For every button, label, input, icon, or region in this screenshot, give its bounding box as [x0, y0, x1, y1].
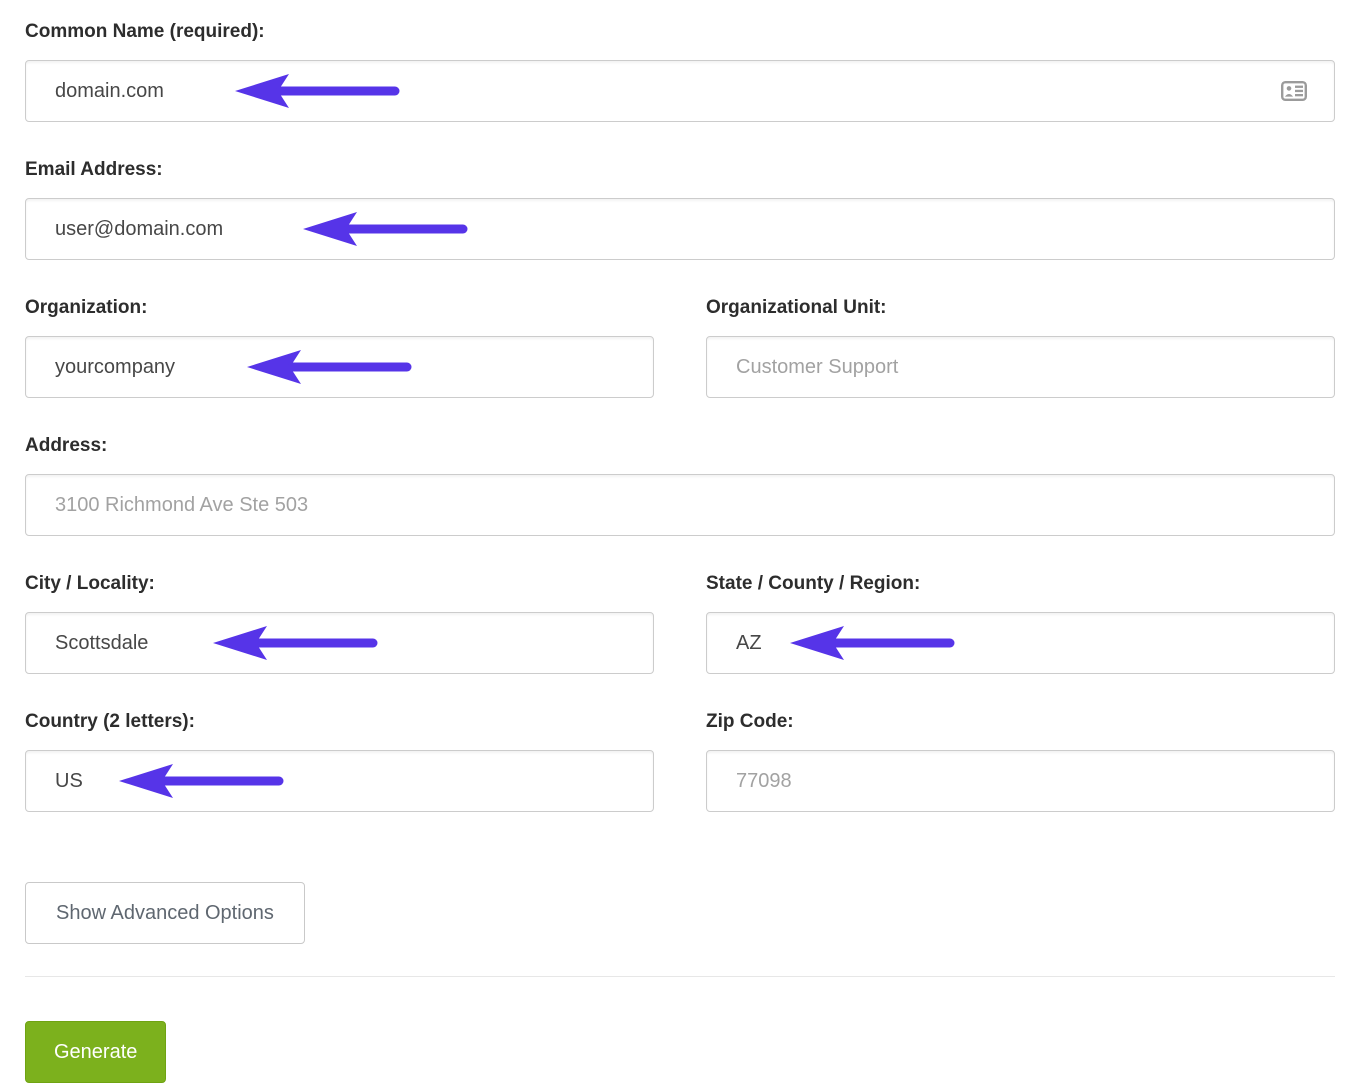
zip-input[interactable]	[706, 750, 1335, 812]
email-input-wrap	[25, 198, 1335, 260]
country-input-wrap	[25, 750, 654, 812]
zip-label: Zip Code:	[706, 710, 1335, 734]
city-input-wrap	[25, 612, 654, 674]
organization-input[interactable]	[25, 336, 654, 398]
city-input[interactable]	[25, 612, 654, 674]
address-label: Address:	[25, 434, 1335, 458]
organization-input-wrap	[25, 336, 654, 398]
field-state: State / County / Region:	[706, 572, 1335, 674]
email-label: Email Address:	[25, 158, 1335, 182]
zip-input-wrap	[706, 750, 1335, 812]
city-label: City / Locality:	[25, 572, 654, 596]
address-input-wrap	[25, 474, 1335, 536]
show-advanced-options-button[interactable]: Show Advanced Options	[25, 882, 305, 944]
common-name-input[interactable]	[25, 60, 1335, 122]
organizational-unit-label: Organizational Unit:	[706, 296, 1335, 320]
field-email: Email Address:	[25, 158, 1335, 260]
row-city-state: City / Locality: State / County / Region…	[25, 572, 1335, 674]
row-organization: Organization: Organizational Unit:	[25, 296, 1335, 398]
address-input[interactable]	[25, 474, 1335, 536]
csr-form: Common Name (required): Email Address:	[0, 0, 1356, 1083]
state-input[interactable]	[706, 612, 1335, 674]
country-label: Country (2 letters):	[25, 710, 654, 734]
field-common-name: Common Name (required):	[25, 20, 1335, 122]
section-divider	[25, 976, 1335, 977]
field-zip: Zip Code:	[706, 710, 1335, 812]
row-country-zip: Country (2 letters): Zip Code:	[25, 710, 1335, 812]
generate-button[interactable]: Generate	[25, 1021, 166, 1083]
field-city: City / Locality:	[25, 572, 654, 674]
organizational-unit-input-wrap	[706, 336, 1335, 398]
organizational-unit-input[interactable]	[706, 336, 1335, 398]
country-input[interactable]	[25, 750, 654, 812]
state-label: State / County / Region:	[706, 572, 1335, 596]
email-input[interactable]	[25, 198, 1335, 260]
common-name-input-wrap	[25, 60, 1335, 122]
field-country: Country (2 letters):	[25, 710, 654, 812]
field-organizational-unit: Organizational Unit:	[706, 296, 1335, 398]
state-input-wrap	[706, 612, 1335, 674]
organization-label: Organization:	[25, 296, 654, 320]
field-organization: Organization:	[25, 296, 654, 398]
common-name-label: Common Name (required):	[25, 20, 1335, 44]
field-address: Address:	[25, 434, 1335, 536]
